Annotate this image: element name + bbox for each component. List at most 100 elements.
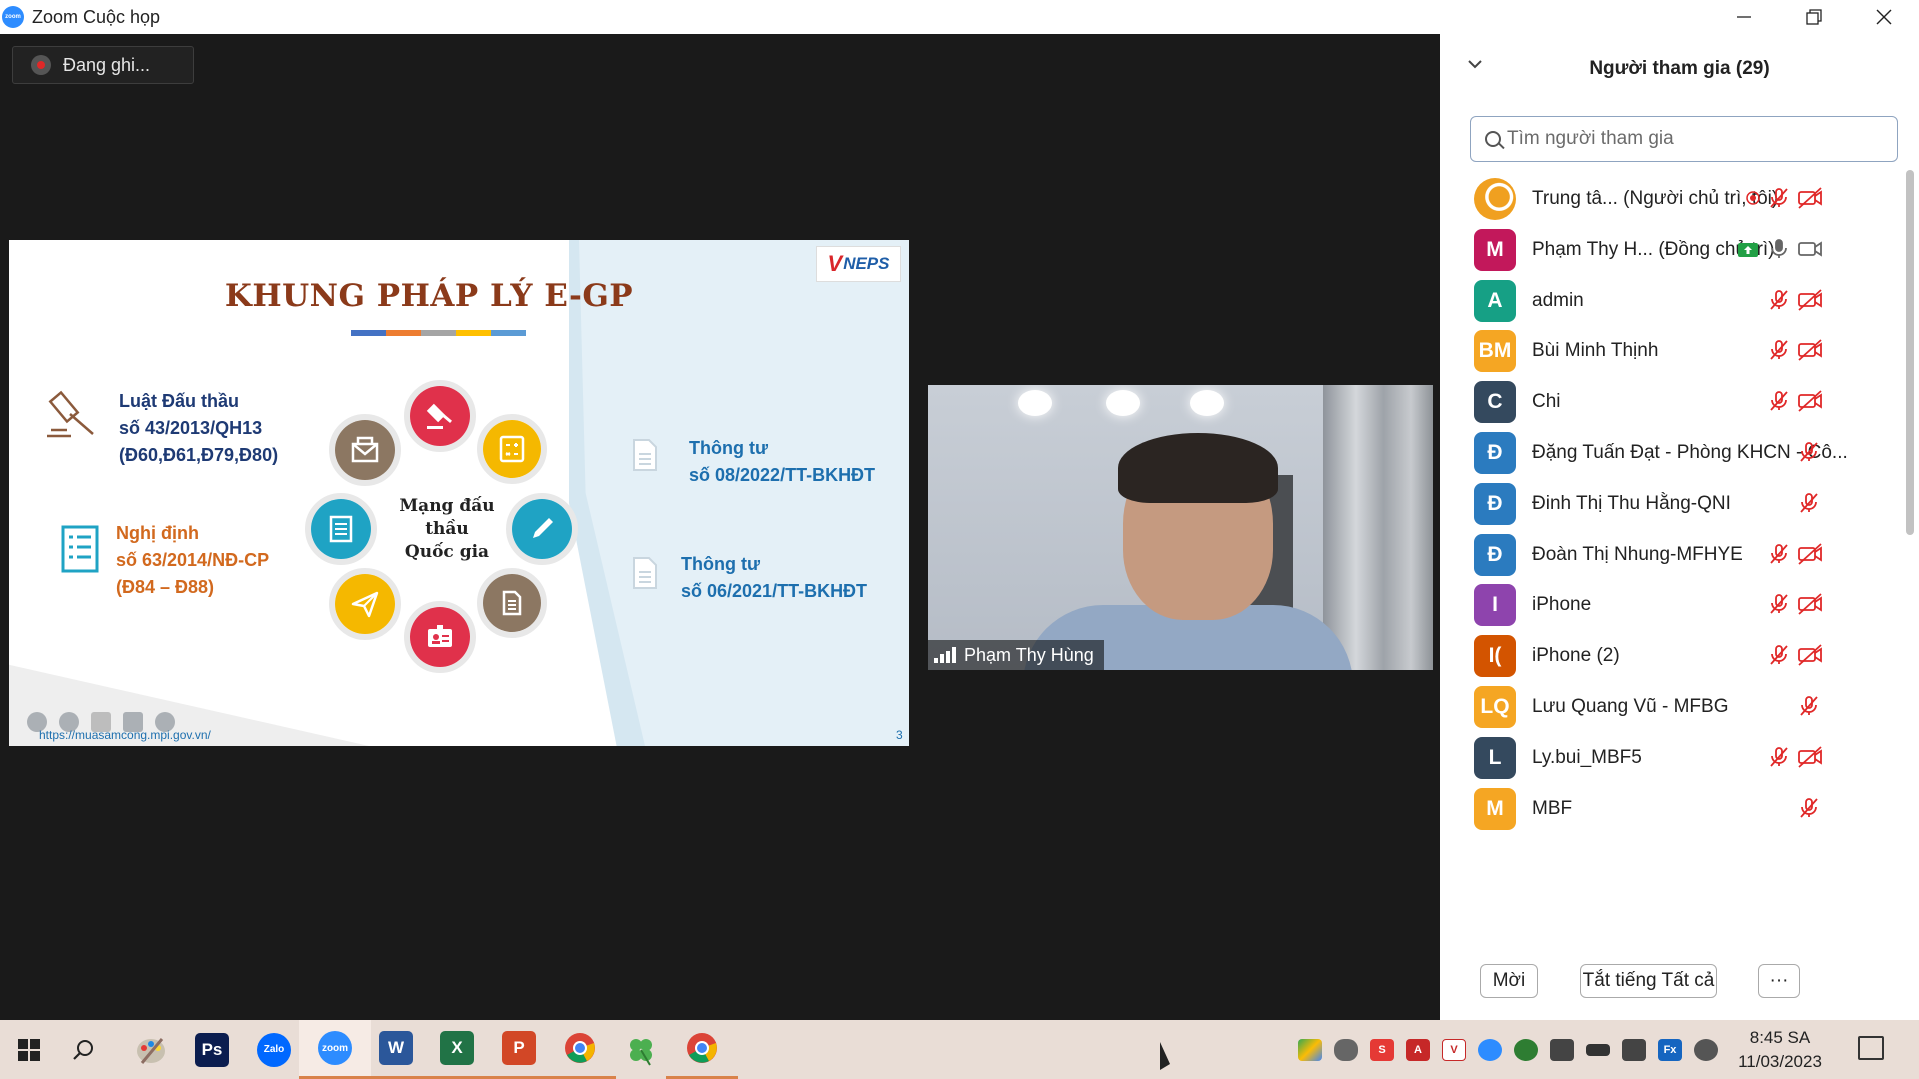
taskbar-search-button[interactable] (54, 1020, 112, 1079)
mic-muted-icon[interactable] (1767, 389, 1793, 415)
camera-off-icon[interactable] (1797, 186, 1823, 212)
taskbar-chrome-2-button[interactable] (666, 1020, 738, 1079)
zalo-icon: Zalo (257, 1032, 291, 1067)
mouse-cursor (1160, 1042, 1170, 1070)
paint-icon (137, 1037, 165, 1064)
shared-slide: KHUNG PHÁP LÝ E-GP V NEPS Luật Đấu thầu số… (9, 240, 909, 746)
notification-icon[interactable] (1858, 1036, 1884, 1060)
participant-name: Ly.bui_MBF5 (1532, 746, 1642, 768)
volume-icon[interactable] (1622, 1038, 1646, 1061)
host-logo-avatar (1474, 178, 1516, 220)
close-button[interactable] (1849, 0, 1919, 34)
color-bar-segment (351, 330, 386, 336)
mic-muted-icon[interactable] (1767, 338, 1793, 364)
clover-icon (630, 1038, 652, 1066)
unikey-icon[interactable]: S (1370, 1038, 1394, 1061)
participant-search-input[interactable]: Tìm người tham gia (1470, 116, 1898, 162)
id-card-icon (404, 601, 476, 673)
language-icon[interactable] (1694, 1038, 1718, 1061)
participant-name: Bùi Minh Thịnh (1532, 340, 1659, 362)
participant-avatar: I( (1474, 635, 1516, 678)
zoom-tray-icon[interactable] (1478, 1038, 1502, 1061)
fx-icon[interactable]: Fx (1658, 1038, 1682, 1061)
mic-icon[interactable] (1767, 237, 1793, 263)
window-title: Zoom Cuộc họp (32, 6, 161, 27)
recording-indicator[interactable]: Đang ghi... (12, 46, 194, 84)
mic-muted-icon[interactable] (1797, 440, 1823, 466)
participant-avatar: M (1474, 228, 1516, 271)
video-tile[interactable]: Phạm Thy Hùng (928, 385, 1433, 670)
signal-strength-icon (934, 647, 956, 663)
camera-off-icon[interactable] (1797, 745, 1823, 771)
camera-off-icon[interactable] (1797, 592, 1823, 618)
mic-muted-icon[interactable] (1767, 592, 1793, 618)
mic-muted-icon[interactable] (1797, 796, 1823, 822)
more-options-button[interactable]: ··· (1758, 964, 1800, 998)
title-bar: zoom Zoom Cuộc họp (0, 0, 1919, 34)
mic-muted-icon[interactable] (1797, 694, 1823, 720)
participant-row[interactable]: M MBF (1440, 778, 1905, 840)
camera-off-icon[interactable] (1797, 338, 1823, 364)
scrollbar-thumb[interactable] (1906, 170, 1914, 535)
search-placeholder: Tìm người tham gia (1507, 128, 1674, 149)
globe-icon[interactable] (1514, 1038, 1538, 1061)
recording-label: Đang ghi... (63, 54, 151, 75)
participant-avatar: LQ (1474, 686, 1516, 728)
camera-off-icon[interactable] (1797, 542, 1823, 568)
ceiling-light (1190, 390, 1224, 416)
mic-muted-icon[interactable] (1767, 186, 1793, 212)
chrome-icon (565, 1033, 595, 1063)
panel-footer: Mời Tắt tiếng Tất cả ··· (1440, 964, 1919, 1004)
camera-off-icon[interactable] (1797, 389, 1823, 415)
system-clock[interactable]: 8:45 SA 11/03/2023 (1730, 1026, 1830, 1074)
battery-icon[interactable] (1586, 1043, 1610, 1056)
color-bar-segment (456, 330, 491, 336)
color-bar-segment (421, 330, 456, 336)
circular-06-text: Thông tư số 06/2021/TT-BKHĐT (681, 554, 868, 601)
participant-list-scrollbar[interactable] (1905, 162, 1915, 932)
paper-plane-icon (329, 568, 401, 640)
participant-avatar: I (1474, 584, 1516, 627)
participant-avatar: Đ (1474, 482, 1516, 525)
participant-name: Đoàn Thị Nhung-MFHYE (1532, 543, 1743, 565)
auction-icon (404, 380, 476, 452)
slide-title: KHUNG PHÁP LÝ E-GP (224, 278, 634, 314)
chevron-down-icon[interactable] (1468, 56, 1482, 74)
screen-share-icon (1737, 241, 1763, 267)
camera-icon[interactable] (1797, 237, 1823, 263)
taskbar: S A V Fx 8:45 SA 11/03/2023 Ps Zalo zoom W X… (0, 1020, 1919, 1079)
record-icon (31, 55, 51, 75)
mute-all-button[interactable]: Tắt tiếng Tất cả (1580, 964, 1717, 998)
search-icon (73, 1039, 93, 1060)
document-icon (633, 557, 657, 589)
checklist-circle-icon (305, 493, 377, 565)
network-icon[interactable] (1550, 1038, 1574, 1061)
mic-muted-icon[interactable] (1797, 491, 1823, 517)
recording-status-icon (1741, 186, 1767, 212)
acrobat-icon[interactable]: A (1406, 1038, 1430, 1061)
participant-name: admin (1532, 289, 1584, 311)
mic-muted-icon[interactable] (1767, 643, 1793, 669)
cloud-icon[interactable] (1334, 1038, 1358, 1061)
vietkey-icon[interactable]: V (1442, 1038, 1466, 1061)
checklist-icon (61, 525, 99, 573)
restore-button[interactable] (1779, 0, 1849, 34)
google-drive-icon[interactable] (1298, 1038, 1322, 1061)
camera-off-icon[interactable] (1797, 288, 1823, 314)
mic-muted-icon[interactable] (1767, 745, 1793, 771)
mic-muted-icon[interactable] (1767, 542, 1793, 568)
invite-button[interactable]: Mời (1480, 964, 1538, 998)
video-name-tag: Phạm Thy Hùng (928, 640, 1104, 670)
participants-panel: Người tham gia (29) Tìm người tham gia T… (1440, 34, 1919, 1020)
slide-url: https://muasamcong.mpi.gov.vn/ (39, 728, 211, 742)
minimize-button[interactable] (1709, 0, 1779, 34)
taskbar-windows-start-button[interactable] (0, 1020, 58, 1079)
restore-icon (1806, 9, 1822, 25)
camera-off-icon[interactable] (1797, 643, 1823, 669)
meeting-area: Đang ghi... KHUNG PHÁP LÝ E-GP V NEPS Luậ… (0, 34, 1440, 1020)
mic-muted-icon[interactable] (1767, 288, 1793, 314)
slide-color-bar (351, 330, 526, 336)
participant-avatar: C (1474, 381, 1516, 424)
video-participant-name: Phạm Thy Hùng (964, 644, 1094, 665)
participant-name: Đinh Thị Thu Hằng-QNI (1532, 492, 1731, 514)
